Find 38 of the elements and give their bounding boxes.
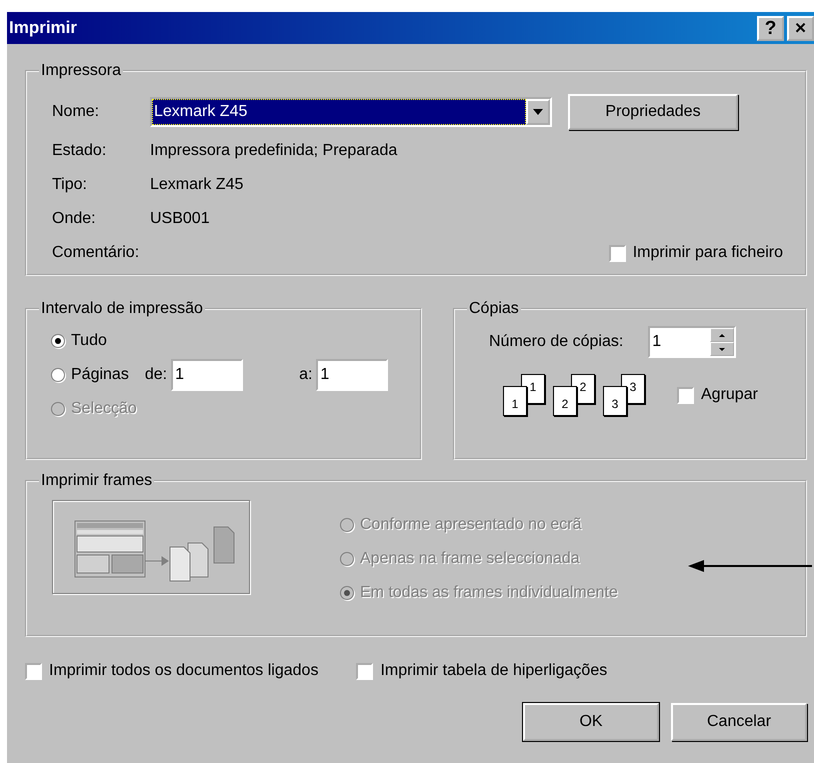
field-value: Impressora predefinida; Preparada bbox=[150, 141, 398, 161]
printer-dropdown[interactable]: Lexmark Z45 bbox=[150, 97, 552, 127]
field-value: USB001 bbox=[150, 209, 211, 229]
page-sheet: 2 bbox=[553, 386, 577, 416]
to-page-field[interactable]: 1 bbox=[316, 359, 388, 391]
checkbox[interactable]: Agrupar bbox=[677, 386, 758, 404]
ok-button[interactable]: OK bbox=[523, 703, 659, 741]
radio-button[interactable]: Tudo bbox=[51, 332, 107, 350]
page-sheet: 3 bbox=[603, 386, 627, 416]
checkbox[interactable]: Imprimir todos os documentos ligados bbox=[25, 662, 318, 680]
field-label: de: bbox=[144, 366, 168, 384]
checkbox[interactable]: Imprimir tabela de hiperligações bbox=[356, 662, 608, 680]
field-label: Número de cópias: bbox=[489, 333, 624, 351]
copies-spinbox[interactable]: 1 bbox=[648, 326, 736, 358]
group-title: Imprimir frames bbox=[40, 472, 154, 490]
field-label: Tipo: bbox=[52, 175, 88, 195]
help-button[interactable]: ? bbox=[757, 16, 784, 40]
down-arrow-icon bbox=[719, 348, 726, 350]
field-label: a: bbox=[299, 366, 312, 384]
group-title: Impressora bbox=[40, 62, 122, 80]
field-label: Onde: bbox=[52, 209, 97, 229]
radio-button[interactable]: Páginas bbox=[51, 366, 129, 384]
properties-button[interactable]: Propriedades bbox=[568, 94, 738, 130]
close-button[interactable]: × bbox=[787, 16, 814, 40]
cancel-button[interactable]: Cancelar bbox=[671, 703, 807, 741]
group-title: Intervalo de impressão bbox=[40, 300, 204, 318]
field-label: Estado: bbox=[52, 141, 108, 161]
field-label: Comentário: bbox=[52, 243, 140, 263]
page-sheet: 1 bbox=[503, 386, 527, 416]
up-arrow-icon bbox=[719, 334, 726, 336]
field-value: Lexmark Z45 bbox=[150, 175, 244, 195]
window-title: Imprimir bbox=[9, 18, 78, 38]
dropdown-arrow-icon bbox=[533, 109, 543, 115]
checkbox[interactable]: Imprimir para ficheiro bbox=[608, 244, 783, 262]
from-page-field[interactable]: 1 bbox=[171, 359, 244, 391]
group-title: Cópias bbox=[468, 300, 520, 318]
field-label: Nome: bbox=[52, 102, 100, 122]
arrow-icon bbox=[688, 558, 812, 574]
